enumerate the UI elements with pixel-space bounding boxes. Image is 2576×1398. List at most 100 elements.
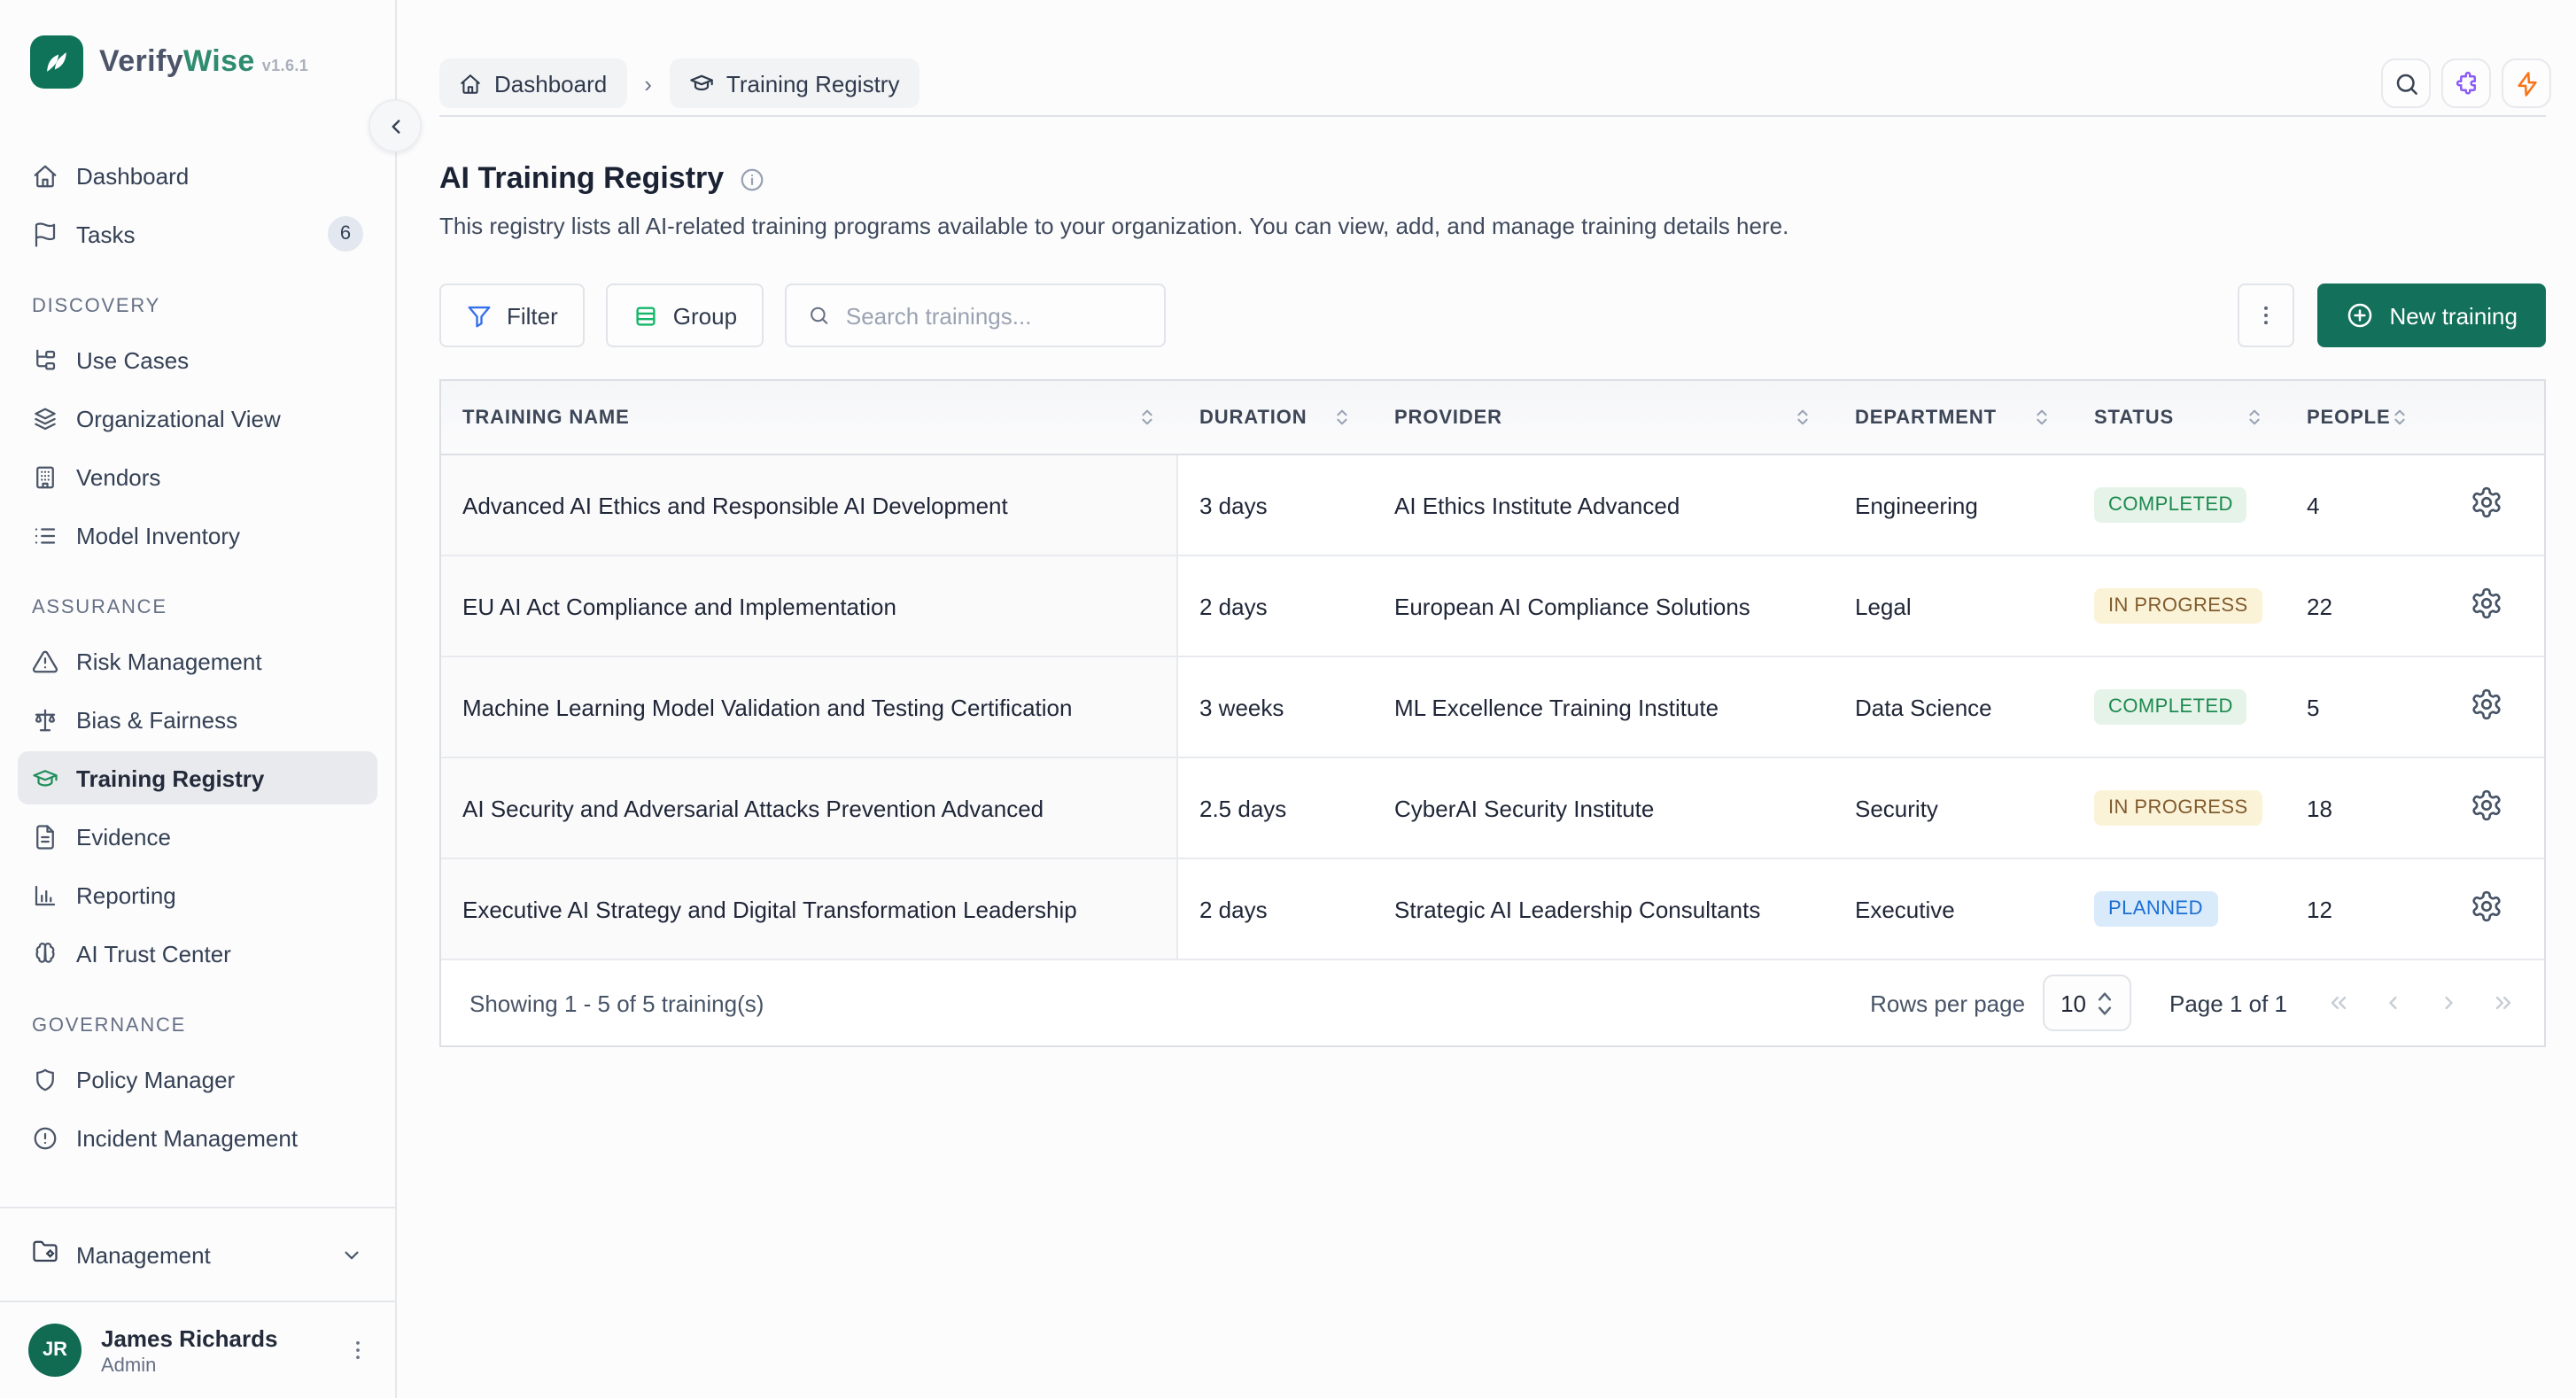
column-header-provider[interactable]: PROVIDER xyxy=(1373,381,1834,454)
sidebar-item-model-inventory[interactable]: Model Inventory xyxy=(18,509,377,562)
cell-duration: 2.5 days xyxy=(1178,758,1373,858)
prev-page-icon[interactable] xyxy=(2381,990,2406,1015)
search-button[interactable] xyxy=(2381,58,2431,108)
table-row[interactable]: AI Security and Adversarial Attacks Prev… xyxy=(441,758,2544,859)
app-root: VerifyWisev1.6.1 Dashboard Tasks 6 DISCO… xyxy=(0,0,2576,1398)
cell-department: Engineering xyxy=(1834,455,2073,555)
sidebar-collapse-button[interactable] xyxy=(369,99,422,152)
column-header-duration[interactable]: DURATION xyxy=(1178,381,1373,454)
status-badge: PLANNED xyxy=(2094,891,2217,927)
column-header-status[interactable]: STATUS xyxy=(2073,381,2285,454)
sidebar-item-training-registry[interactable]: Training Registry xyxy=(18,751,377,804)
graduation-cap-icon xyxy=(32,765,58,791)
cell-department: Executive xyxy=(1834,859,2073,959)
sort-icon[interactable] xyxy=(1332,408,1352,427)
sidebar-item-reporting[interactable]: Reporting xyxy=(18,868,377,921)
cell-duration: 3 weeks xyxy=(1178,657,1373,757)
column-label: PEOPLE xyxy=(2307,407,2391,428)
sort-icon[interactable] xyxy=(2245,408,2264,427)
status-badge: IN PROGRESS xyxy=(2094,588,2262,624)
flag-icon xyxy=(32,221,58,247)
user-menu-kebab-icon[interactable] xyxy=(345,1338,370,1363)
table-options-kebab-button[interactable] xyxy=(2237,283,2293,347)
cell-training-name: Machine Learning Model Validation and Te… xyxy=(441,657,1178,757)
cell-status: COMPLETED xyxy=(2073,657,2285,757)
filter-icon xyxy=(466,302,493,329)
cell-actions xyxy=(2427,455,2544,555)
breadcrumb-training-registry[interactable]: Training Registry xyxy=(670,58,919,108)
sidebar-item-dashboard[interactable]: Dashboard xyxy=(18,149,377,202)
search-input[interactable] xyxy=(846,302,1143,329)
cell-provider: AI Ethics Institute Advanced xyxy=(1373,455,1834,555)
cell-actions xyxy=(2427,859,2544,959)
group-button[interactable]: Group xyxy=(606,283,764,347)
status-badge: COMPLETED xyxy=(2094,689,2247,725)
page-head: AI Training Registry xyxy=(439,161,2546,197)
tasks-count-badge: 6 xyxy=(328,216,363,252)
cell-status: COMPLETED xyxy=(2073,455,2285,555)
sort-icon[interactable] xyxy=(2032,408,2052,427)
first-page-icon[interactable] xyxy=(2326,990,2351,1015)
breadcrumb-dashboard[interactable]: Dashboard xyxy=(439,58,626,108)
sidebar-item-label: Organizational View xyxy=(76,405,281,431)
quick-actions-button[interactable] xyxy=(2502,58,2551,108)
rows-per-page-select[interactable]: 10 xyxy=(2043,975,2130,1031)
sidebar-item-vendors[interactable]: Vendors xyxy=(18,450,377,503)
sidebar-item-incident-management[interactable]: Incident Management xyxy=(18,1111,377,1164)
integrations-button[interactable] xyxy=(2441,58,2491,108)
user-block[interactable]: JR James Richards Admin xyxy=(0,1301,395,1398)
sidebar-item-bias-fairness[interactable]: Bias & Fairness xyxy=(18,693,377,746)
sidebar-item-organizational-view[interactable]: Organizational View xyxy=(18,392,377,445)
gear-icon[interactable] xyxy=(2469,485,2502,524)
sidebar-item-use-cases[interactable]: Use Cases xyxy=(18,333,377,386)
cell-training-name: Advanced AI Ethics and Responsible AI De… xyxy=(441,455,1178,555)
column-header-department[interactable]: DEPARTMENT xyxy=(1834,381,2073,454)
table-row[interactable]: Advanced AI Ethics and Responsible AI De… xyxy=(441,455,2544,556)
next-page-icon[interactable] xyxy=(2436,990,2461,1015)
scale-icon xyxy=(32,706,58,733)
status-badge: IN PROGRESS xyxy=(2094,790,2262,826)
page-content: AI Training Registry This registry lists… xyxy=(397,117,2576,1047)
filter-button[interactable]: Filter xyxy=(439,283,585,347)
table-row[interactable]: Machine Learning Model Validation and Te… xyxy=(441,657,2544,758)
brand-primary: Verify xyxy=(99,44,183,78)
column-header-people[interactable]: PEOPLE xyxy=(2285,381,2427,454)
sidebar-item-management[interactable]: Management xyxy=(18,1228,377,1281)
info-icon[interactable] xyxy=(738,166,764,192)
gear-icon[interactable] xyxy=(2469,687,2502,726)
cell-provider: European AI Compliance Solutions xyxy=(1373,556,1834,656)
sidebar-item-label: Policy Manager xyxy=(76,1066,235,1092)
stepper-icon[interactable] xyxy=(2095,990,2113,1016)
cell-provider: CyberAI Security Institute xyxy=(1373,758,1834,858)
cell-people: 12 xyxy=(2285,859,2427,959)
user-name: James Richards xyxy=(101,1324,277,1351)
pagination-controls: Rows per page 10 Page 1 of 1 xyxy=(1870,975,2516,1031)
gear-icon[interactable] xyxy=(2469,889,2502,928)
cell-actions xyxy=(2427,556,2544,656)
sort-icon[interactable] xyxy=(1137,408,1157,427)
sidebar-item-label: Model Inventory xyxy=(76,522,240,548)
layers-icon xyxy=(32,405,58,431)
trainings-search[interactable] xyxy=(785,283,1166,347)
new-training-label: New training xyxy=(2389,302,2518,329)
sidebar-item-label: Risk Management xyxy=(76,648,262,674)
sidebar-item-label: Incident Management xyxy=(76,1124,298,1151)
toolbar-left: Filter Group xyxy=(439,283,1166,347)
column-header-training-name[interactable]: TRAINING NAME xyxy=(441,381,1178,454)
gear-icon[interactable] xyxy=(2469,788,2502,827)
sidebar-item-evidence[interactable]: Evidence xyxy=(18,810,377,863)
sidebar-item-policy-manager[interactable]: Policy Manager xyxy=(18,1052,377,1106)
last-page-icon[interactable] xyxy=(2491,990,2516,1015)
sidebar-item-risk-management[interactable]: Risk Management xyxy=(18,634,377,687)
sort-icon[interactable] xyxy=(2391,408,2410,427)
sidebar-item-tasks[interactable]: Tasks 6 xyxy=(18,207,377,260)
column-label: TRAINING NAME xyxy=(462,407,630,428)
gear-icon[interactable] xyxy=(2469,586,2502,625)
table-row[interactable]: EU AI Act Compliance and Implementation … xyxy=(441,556,2544,657)
sort-icon[interactable] xyxy=(1793,408,1812,427)
cell-training-name: Executive AI Strategy and Digital Transf… xyxy=(441,859,1178,959)
sidebar-section-governance: GOVERNANCE xyxy=(32,1015,363,1037)
sidebar-item-ai-trust-center[interactable]: AI Trust Center xyxy=(18,927,377,980)
new-training-button[interactable]: New training xyxy=(2316,283,2546,347)
table-row[interactable]: Executive AI Strategy and Digital Transf… xyxy=(441,859,2544,960)
